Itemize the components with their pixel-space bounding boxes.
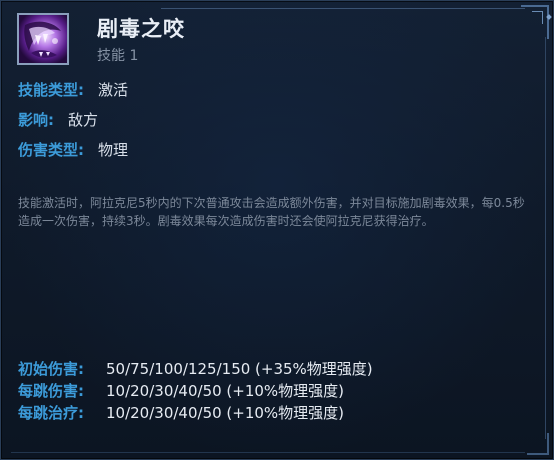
detail-label: 初始伤害: <box>18 360 84 378</box>
frame-corner-ornament <box>521 5 549 39</box>
frame-corner-bottom <box>527 433 549 455</box>
ability-description: 技能激活时，阿拉克尼5秒内的下次普通攻击会造成额外伤害，并对目标施加剧毒效果，每… <box>18 196 525 228</box>
stat-value: 物理 <box>98 141 129 159</box>
detail-value: 10/20/30/40/50 (+10%物理强度) <box>106 404 345 422</box>
stat-label: 技能类型: <box>18 81 84 99</box>
stat-row-affects: 影响: 敌方 <box>18 109 98 130</box>
ability-title: 剧毒之咬 <box>97 17 185 41</box>
stat-row-damage-type: 伤害类型: 物理 <box>18 139 128 160</box>
detail-label: 每跳伤害: <box>18 382 84 400</box>
stat-label: 伤害类型: <box>18 141 84 159</box>
frame-right-line <box>545 37 546 439</box>
detail-row-tick-damage: 每跳伤害: 10/20/30/40/50 (+10%物理强度) <box>18 381 344 401</box>
detail-row-initial-damage: 初始伤害: 50/75/100/125/150 (+35%物理强度) <box>18 359 373 379</box>
ability-slot-label: 技能 1 <box>97 48 139 64</box>
stat-row-skill-type: 技能类型: 激活 <box>18 79 128 100</box>
detail-row-tick-heal: 每跳治疗: 10/20/30/40/50 (+10%物理强度) <box>18 403 344 423</box>
detail-value: 50/75/100/125/150 (+35%物理强度) <box>106 360 373 378</box>
frame-bottom-line <box>11 452 525 453</box>
ability-tooltip-panel: 剧毒之咬 技能 1 技能类型: 激活 影响: 敌方 伤害类型: 物理 技能激活时，阿拉… <box>0 0 554 460</box>
stat-value: 敌方 <box>68 111 99 129</box>
stat-label: 影响: <box>18 111 54 129</box>
stat-value: 激活 <box>98 81 129 99</box>
spider-fang-icon <box>17 13 69 65</box>
frame-top-line <box>161 8 525 9</box>
detail-label: 每跳治疗: <box>18 404 84 422</box>
detail-value: 10/20/30/40/50 (+10%物理强度) <box>106 382 345 400</box>
